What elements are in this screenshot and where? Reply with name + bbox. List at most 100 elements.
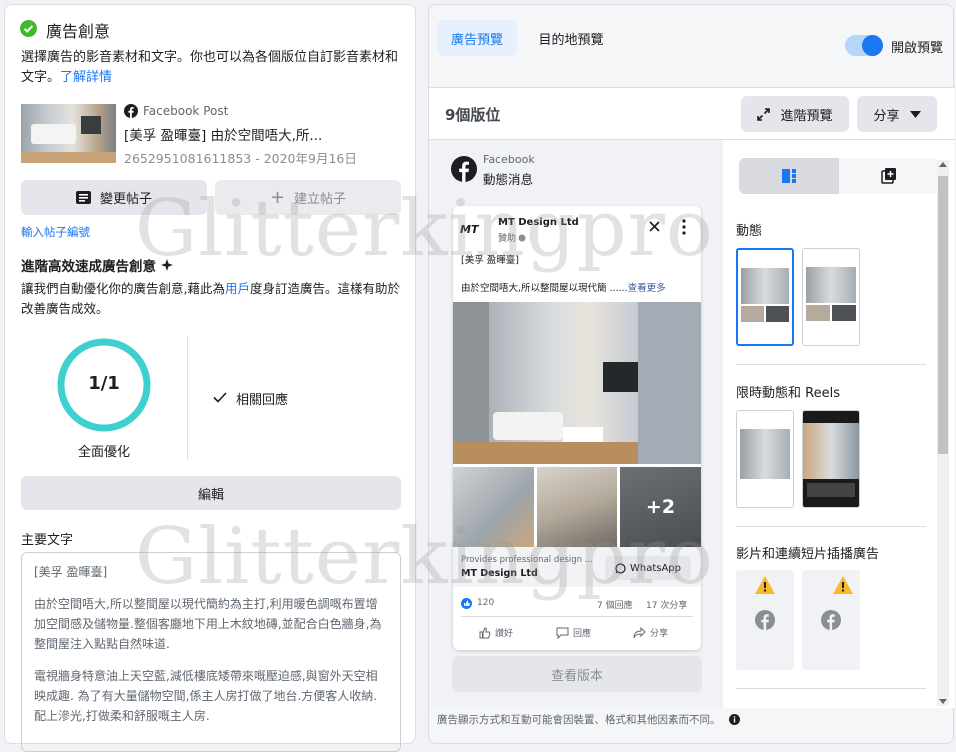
scrollbar-thumb[interactable] <box>938 176 948 454</box>
primary-text-line: [美孚 盈暉臺] <box>34 565 108 579</box>
page-logo: MT <box>460 222 479 236</box>
like-action[interactable]: 讚好 <box>479 626 513 639</box>
post-title: [美孚 盈暉臺] 由於空間唔大,所... <box>124 128 323 144</box>
learn-more-link[interactable]: 了解詳情 <box>60 70 112 85</box>
section-description: 選擇廣告的影音素材和文字。你也可以為各個版位自訂影音素材和文字。了解詳情 <box>21 50 399 85</box>
warning-icon <box>833 576 853 594</box>
primary-text-line: 由於空間唔大,所以整間屋以現代簡約為主打,利用暖色調嘅布置增加空間感及儲物量.整… <box>34 597 382 651</box>
placement-thumb-selected[interactable] <box>736 248 794 346</box>
create-post-button[interactable]: + 建立帖子 <box>215 180 401 215</box>
post-source: Facebook Post <box>143 104 229 118</box>
section-title: 廣告創意 <box>46 22 111 41</box>
post-thumbnail <box>21 104 116 163</box>
extra-photos-count: +2 <box>645 496 676 518</box>
actions-divider <box>461 616 693 617</box>
group-divider <box>736 526 926 527</box>
comment-count: 7 個回應 <box>597 601 633 611</box>
comment-icon <box>556 627 569 639</box>
feed-preview-area: Facebook 動態消息 MT MT Design Ltd 贊助 [美孚 盈暉… <box>429 140 723 708</box>
ad-text-line: [美孚 盈暉臺] <box>461 255 519 266</box>
sparkle-icon <box>161 258 174 272</box>
scrollbar-track[interactable] <box>937 160 949 706</box>
placement-thumb-warning[interactable] <box>802 570 860 670</box>
close-icon[interactable] <box>649 221 660 232</box>
share-label: 分享 <box>873 108 900 124</box>
progress-label: 全面優化 <box>77 445 130 460</box>
change-post-label: 變更帖子 <box>99 192 152 207</box>
preview-panel: 廣告預覽 目的地預覽 開啟預覽 9個版位 進階預覽 分享 Facebook 動態… <box>428 4 955 744</box>
checkmark-icon <box>213 392 227 403</box>
globe-icon <box>518 234 526 242</box>
ad-preview-card: MT MT Design Ltd 贊助 [美孚 盈暉臺] 由於空間唔大,所以整間… <box>453 206 701 650</box>
scroll-down-arrow[interactable] <box>939 699 947 704</box>
group-title-feeds: 動態 <box>736 224 763 239</box>
post-meta: 2652951081611853 - 2020年9月16日 <box>124 151 357 166</box>
info-icon[interactable] <box>728 714 740 725</box>
whatsapp-button[interactable]: WhatsApp <box>605 556 691 580</box>
group-title-instream: 影片和連續短片插播廣告 <box>736 547 880 562</box>
whatsapp-icon <box>615 562 626 574</box>
page-name: MT Design Ltd <box>498 217 579 228</box>
facebook-icon <box>755 610 775 630</box>
scroll-up-arrow[interactable] <box>939 162 947 167</box>
view-version-label: 查看版本 <box>550 668 603 684</box>
edit-label: 編輯 <box>197 487 224 503</box>
primary-text-label: 主要文字 <box>21 533 74 548</box>
change-post-button[interactable]: 變更帖子 <box>21 180 207 215</box>
placement-name: 動態消息 <box>483 172 534 187</box>
share-action[interactable]: 分享 <box>633 626 668 639</box>
placement-thumb[interactable] <box>802 410 860 508</box>
placement-thumb[interactable] <box>736 410 794 508</box>
tab-destination-preview[interactable]: 目的地預覽 <box>525 20 617 56</box>
add-media-icon <box>881 168 897 184</box>
users-link[interactable]: 用戶 <box>225 281 250 296</box>
footer-note: 廣告顯示方式和互動可能會因裝置、格式和其他因素而不同。 <box>437 712 740 727</box>
advantage-description: 讓我們自動優化你的廣告創意,藉此為用戶度身訂造廣告。這樣有助於改善廣告成效。 <box>21 281 401 316</box>
placement-list: 動態 限時動態和 Reels 影片和連續短片插播廣告 <box>723 140 955 708</box>
view-toggle-group <box>739 158 939 194</box>
facebook-icon <box>124 104 138 118</box>
comment-action[interactable]: 回應 <box>556 626 591 639</box>
view-toggle-add[interactable] <box>839 158 939 194</box>
primary-text-line: 電視牆身特意油上天空藍,減低樓底矮帶來嘅壓迫感,與窗外天空相映成趣. 為了有大量… <box>34 669 378 723</box>
reaction-count: 120 <box>477 598 495 608</box>
placements-count: 9個版位 <box>445 106 501 124</box>
link-title: MT Design Ltd <box>461 568 538 579</box>
check-circle-icon <box>20 20 37 37</box>
whatsapp-label: WhatsApp <box>629 562 682 574</box>
group-divider <box>736 364 926 365</box>
group-title-stories: 限時動態和 Reels <box>736 386 840 401</box>
advanced-preview-button[interactable]: 進階預覽 <box>741 96 849 132</box>
link-area[interactable]: Provides professional design ... MT Desi… <box>453 547 701 587</box>
expand-icon <box>757 107 771 121</box>
more-options-icon[interactable] <box>682 219 686 235</box>
toggle-knob <box>862 35 883 56</box>
preview-toggle[interactable] <box>845 35 883 56</box>
caret-down-icon <box>909 110 921 118</box>
ad-creative-panel: 廣告創意 選擇廣告的影音素材和文字。你也可以為各個版位自訂影音素材和文字。了解詳… <box>4 4 416 752</box>
share-dropdown[interactable]: 分享 <box>857 96 937 132</box>
divider <box>187 336 188 460</box>
related-responses: 相關回應 <box>236 393 289 408</box>
enter-post-id-link[interactable]: 輸入帖子編號 <box>21 224 90 240</box>
plus-icon: + <box>269 186 286 208</box>
view-version-button[interactable]: 查看版本 <box>452 656 702 692</box>
ad-main-photo <box>453 302 701 464</box>
placement-thumb[interactable] <box>802 248 860 346</box>
placements-card: 9個版位 進階預覽 分享 Facebook 動態消息 MT MT Design … <box>429 87 955 708</box>
advantage-title: 進階高效速成廣告創意 <box>21 255 174 275</box>
advanced-preview-label: 進階預覽 <box>780 108 833 124</box>
placement-thumb-warning[interactable] <box>736 570 794 670</box>
primary-text-field[interactable]: [美孚 盈暉臺] 由於空間唔大,所以整間屋以現代簡約為主打,利用暖色調嘅布置增加… <box>21 552 401 752</box>
ad-photo-thumb: +2 <box>620 467 701 547</box>
view-toggle-layout[interactable] <box>739 158 839 194</box>
see-more-link[interactable]: 查看更多 <box>628 283 666 294</box>
platform-name: Facebook <box>483 153 535 166</box>
share-count: 17 次分享 <box>646 601 688 611</box>
tab-ad-preview[interactable]: 廣告預覽 <box>437 20 517 56</box>
share-arrow-icon <box>633 626 646 639</box>
edit-button[interactable]: 編輯 <box>21 476 401 510</box>
layout-columns-icon <box>782 169 796 183</box>
ad-photo-thumb <box>537 467 617 547</box>
toggle-label: 開啟預覽 <box>891 41 944 56</box>
